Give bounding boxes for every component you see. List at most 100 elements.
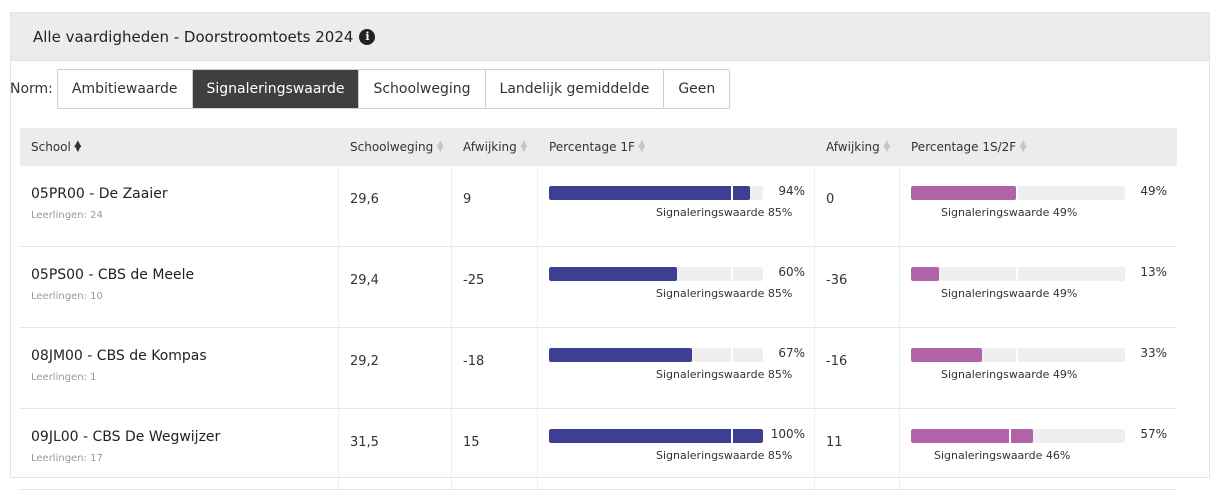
percentage-1s2f-cell: 33% Signaleringswaarde 49%	[900, 328, 1177, 408]
pct-1f-signal-label: Signaleringswaarde 85%	[656, 287, 793, 300]
pct-1f-bar-track	[549, 267, 763, 281]
pct-1f-bar: 67% Signaleringswaarde 85%	[549, 346, 815, 388]
pct-1f-signal-marker	[731, 267, 733, 281]
pct-1s2f-signal-label: Signaleringswaarde 46%	[934, 449, 1071, 462]
school-name[interactable]: 08JM00 - CBS de Kompas	[31, 348, 207, 364]
schoolweging-value: 31,5	[350, 435, 379, 450]
header-schoolweging-label: Schoolweging	[350, 140, 434, 154]
afwijking-1f-cell: 9	[452, 166, 538, 246]
school-cell: 05PR00 - De Zaaier Leerlingen: 24	[20, 166, 339, 246]
table-row[interactable]: 08JM00 - CBS de Kompas Leerlingen: 1 29,2 -…	[20, 328, 1177, 409]
pct-1f-signal-marker	[731, 429, 733, 443]
sort-icon: ▲ ▼	[436, 139, 444, 154]
norm-option-ambitiewaarde[interactable]: Ambitiewaarde	[57, 70, 193, 108]
sort-icon: ▲ ▼	[74, 139, 82, 154]
pct-1s2f-bar-fill	[911, 186, 1016, 200]
header-afwijking-2f-label: Afwijking	[826, 140, 880, 154]
header-school[interactable]: School ▲ ▼	[20, 128, 339, 166]
header-schoolweging[interactable]: Schoolweging ▲ ▼	[339, 128, 452, 166]
header-percentage-1f-label: Percentage 1F	[549, 140, 635, 154]
afwijking-1f-cell: 15	[452, 409, 538, 489]
norm-label: Norm:	[10, 81, 53, 97]
results-table: School ▲ ▼ Schoolweging ▲ ▼ Afwijking ▲ ▼ P…	[20, 128, 1177, 490]
percentage-1f-cell: 94% Signaleringswaarde 85%	[538, 166, 815, 246]
pct-1s2f-bar-track	[911, 186, 1125, 200]
pct-1s2f-signal-label: Signaleringswaarde 49%	[941, 287, 1078, 300]
pct-1f-bar: 94% Signaleringswaarde 85%	[549, 184, 815, 226]
pct-1s2f-bar: 13% Signaleringswaarde 49%	[911, 265, 1177, 307]
pct-1f-bar: 60% Signaleringswaarde 85%	[549, 265, 815, 307]
norm-option-geen[interactable]: Geen	[664, 70, 730, 108]
schoolweging-value: 29,4	[350, 273, 379, 288]
pct-1f-percentage: 60%	[778, 265, 805, 279]
pct-1f-bar: 100% Signaleringswaarde 85%	[549, 427, 815, 469]
afwijking-2f-cell: 0	[815, 166, 900, 246]
header-school-label: School	[31, 140, 71, 154]
pct-1f-bar-fill	[549, 348, 692, 362]
table-header: School ▲ ▼ Schoolweging ▲ ▼ Afwijking ▲ ▼ P…	[20, 128, 1177, 166]
schoolweging-cell: 29,6	[339, 166, 452, 246]
norm-button-group: Ambitiewaarde Signaleringswaarde Schoolweg…	[56, 69, 731, 109]
percentage-1f-cell: 60% Signaleringswaarde 85%	[538, 247, 815, 327]
norm-selector: Norm: Ambitiewaarde Signaleringswaarde Sch…	[10, 69, 731, 109]
afwijking-1f-value: -18	[463, 354, 485, 369]
pct-1s2f-bar-fill	[911, 429, 1033, 443]
pct-1s2f-signal-label: Signaleringswaarde 49%	[941, 206, 1078, 219]
norm-option-schoolweging[interactable]: Schoolweging	[359, 70, 486, 108]
table-body: 05PR00 - De Zaaier Leerlingen: 24 29,6 9 94%…	[20, 166, 1177, 490]
header-afwijking-2f[interactable]: Afwijking ▲ ▼	[815, 128, 900, 166]
pct-1f-percentage: 94%	[778, 184, 805, 198]
afwijking-2f-value: -36	[826, 273, 848, 288]
schoolweging-value: 29,6	[350, 192, 379, 207]
afwijking-2f-value: -16	[826, 354, 848, 369]
pct-1s2f-bar-track	[911, 267, 1125, 281]
percentage-1s2f-cell: 13% Signaleringswaarde 49%	[900, 247, 1177, 327]
school-name[interactable]: 05PR00 - De Zaaier	[31, 186, 168, 202]
pct-1f-signal-marker	[731, 186, 733, 200]
pct-1f-signal-label: Signaleringswaarde 85%	[656, 449, 793, 462]
percentage-1f-cell: 100% Signaleringswaarde 85%	[538, 409, 815, 489]
school-leerlingen: Leerlingen: 17	[31, 453, 103, 464]
afwijking-1f-value: 9	[463, 192, 472, 207]
header-percentage-1s2f[interactable]: Percentage 1S/2F ▲ ▼	[900, 128, 1177, 166]
header-percentage-1f[interactable]: Percentage 1F ▲ ▼	[538, 128, 815, 166]
afwijking-1f-cell: -25	[452, 247, 538, 327]
school-name[interactable]: 05PS00 - CBS de Meele	[31, 267, 194, 283]
pct-1s2f-signal-marker	[1016, 348, 1018, 362]
pct-1s2f-bar: 57% Signaleringswaarde 46%	[911, 427, 1177, 469]
header-afwijking-1f[interactable]: Afwijking ▲ ▼	[452, 128, 538, 166]
table-row[interactable]: 05PS00 - CBS de Meele Leerlingen: 10 29,4 -…	[20, 247, 1177, 328]
norm-option-signaleringswaarde[interactable]: Signaleringswaarde	[192, 70, 360, 108]
info-icon[interactable]: i	[359, 28, 376, 45]
pct-1f-bar-track	[549, 429, 763, 443]
table-row[interactable]: 05PR00 - De Zaaier Leerlingen: 24 29,6 9 94%…	[20, 166, 1177, 247]
afwijking-2f-cell: -16	[815, 328, 900, 408]
pct-1f-bar-track	[549, 186, 763, 200]
schoolweging-value: 29,2	[350, 354, 379, 369]
pct-1s2f-percentage: 13%	[1140, 265, 1167, 279]
school-name[interactable]: 09JL00 - CBS De Wegwijzer	[31, 429, 220, 445]
pct-1s2f-bar-fill	[911, 348, 982, 362]
afwijking-1f-value: -25	[463, 273, 485, 288]
header-afwijking-1f-label: Afwijking	[463, 140, 517, 154]
schoolweging-cell: 29,4	[339, 247, 452, 327]
afwijking-2f-cell: -36	[815, 247, 900, 327]
afwijking-2f-value: 0	[826, 192, 835, 207]
pct-1s2f-bar-fill	[911, 267, 939, 281]
pct-1s2f-percentage: 57%	[1140, 427, 1167, 441]
pct-1s2f-percentage: 33%	[1140, 346, 1167, 360]
school-leerlingen: Leerlingen: 10	[31, 291, 103, 302]
schoolweging-cell: 29,2	[339, 328, 452, 408]
afwijking-1f-value: 15	[463, 435, 480, 450]
pct-1s2f-percentage: 49%	[1140, 184, 1167, 198]
pct-1f-bar-track	[549, 348, 763, 362]
school-cell: 08JM00 - CBS de Kompas Leerlingen: 1	[20, 328, 339, 408]
sort-icon: ▲ ▼	[883, 139, 891, 154]
pct-1s2f-bar: 33% Signaleringswaarde 49%	[911, 346, 1177, 388]
pct-1f-bar-fill	[549, 267, 677, 281]
norm-option-landelijk-gemiddelde[interactable]: Landelijk gemiddelde	[485, 70, 665, 108]
afwijking-2f-cell: 11	[815, 409, 900, 489]
pct-1f-signal-marker	[731, 348, 733, 362]
school-leerlingen: Leerlingen: 1	[31, 372, 97, 383]
pct-1s2f-bar-track	[911, 429, 1125, 443]
